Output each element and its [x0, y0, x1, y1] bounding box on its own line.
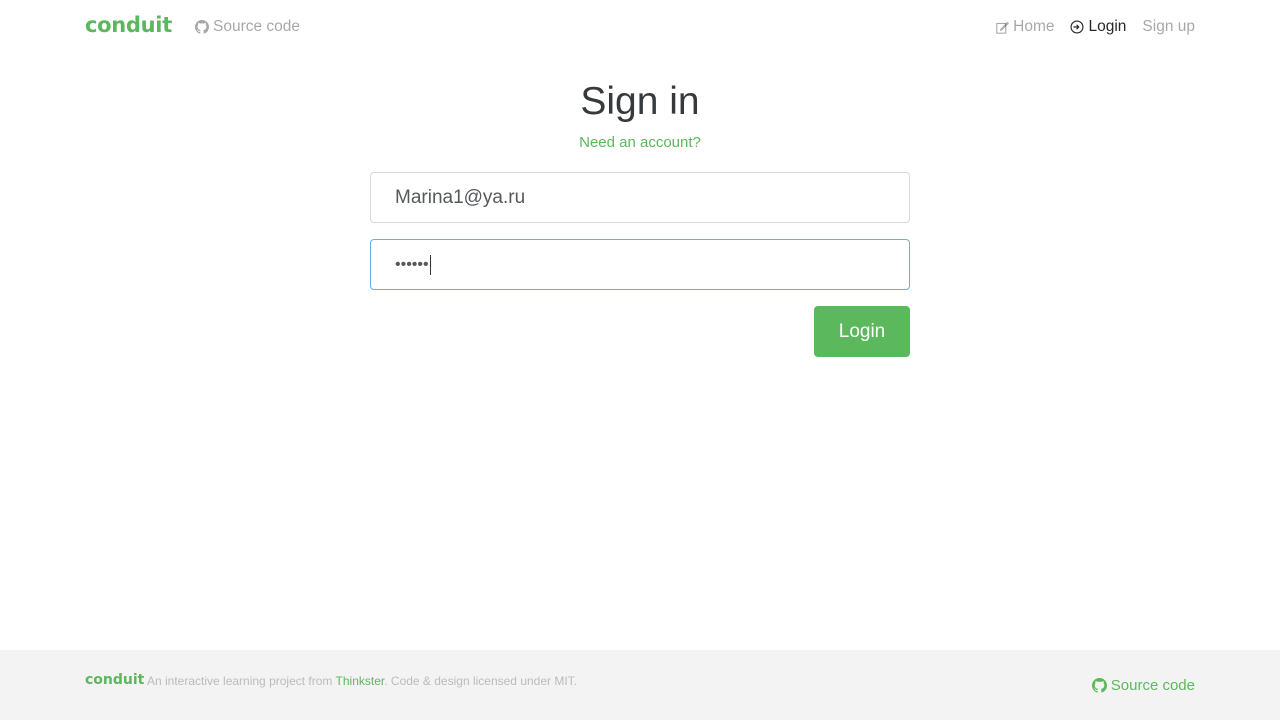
nav-link-home-label: Home: [1013, 18, 1055, 35]
nav-link-login-label: Login: [1088, 18, 1127, 35]
email-field[interactable]: Marina1@ya.ru: [370, 172, 910, 223]
login-icon: [1070, 20, 1085, 34]
text-caret: [429, 254, 431, 275]
edit-icon: [996, 21, 1010, 34]
page-title: Sign in: [580, 80, 700, 123]
nav-links: Home Login Sign up: [996, 18, 1195, 36]
nav-link-home[interactable]: Home: [996, 18, 1054, 36]
footer-attribution-prefix: An interactive learning project from: [147, 674, 336, 688]
nav-source-code-link[interactable]: Source code: [195, 18, 300, 36]
footer-source-code-label: Source code: [1110, 677, 1195, 694]
auth-page: Sign in Need an account? Marina1@ya.ru •…: [370, 78, 910, 357]
brand-logo[interactable]: conduit: [85, 13, 172, 37]
nav-link-signup-label: Sign up: [1142, 18, 1195, 35]
password-field-value: ••••••: [395, 255, 429, 273]
need-account-link[interactable]: Need an account?: [579, 134, 701, 151]
footer-source-code-link[interactable]: Source code: [1091, 677, 1195, 694]
github-icon: [1091, 678, 1107, 693]
password-field[interactable]: ••••••: [370, 239, 910, 290]
github-icon: [195, 20, 209, 34]
nav-link-login[interactable]: Login: [1070, 18, 1126, 36]
nav-link-signup[interactable]: Sign up: [1142, 18, 1195, 36]
top-navbar: conduit Source code Home Login Sign up: [0, 0, 1280, 56]
footer-attribution-suffix: . Code & design licensed under MIT.: [384, 674, 578, 688]
thinkster-link[interactable]: Thinkster: [336, 674, 385, 688]
footer: conduit An interactive learning project …: [0, 650, 1280, 720]
footer-attribution: An interactive learning project from Thi…: [147, 674, 577, 688]
footer-brand-logo[interactable]: conduit: [85, 672, 144, 688]
login-button[interactable]: Login: [814, 306, 910, 357]
email-field-value: Marina1@ya.ru: [395, 186, 526, 208]
nav-source-code-label: Source code: [213, 18, 301, 35]
